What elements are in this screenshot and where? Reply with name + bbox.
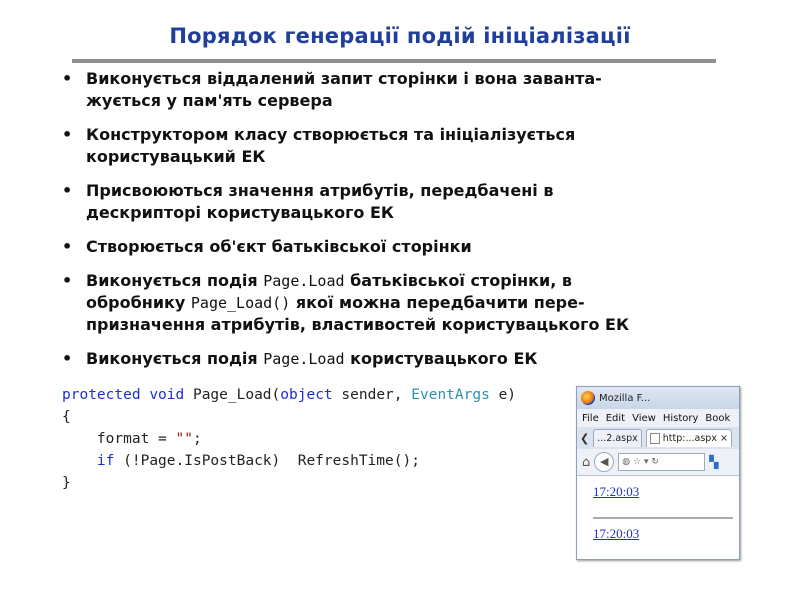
code-keyword: void <box>149 387 185 403</box>
navigation-bar: ⌂ ◀ ◍ ☆ ▾ ↻ ▚ <box>577 449 739 476</box>
bullet-item: Присвоюються значення атрибутів, передба… <box>58 180 748 224</box>
bullet-item: Конструктором класу створюється та ініці… <box>58 124 748 168</box>
title-underline <box>72 59 716 63</box>
bullet-text: призначення атрибутів, властивостей кори… <box>86 315 630 334</box>
page-content: 17:20:03 17:20:03 <box>577 476 739 559</box>
horizontal-rule <box>593 517 733 519</box>
browser-titlebar[interactable]: Mozilla F... <box>577 387 739 409</box>
firefox-logo-icon <box>581 391 595 405</box>
time-link[interactable]: 17:20:03 <box>593 526 639 542</box>
bullet-text: обробнику <box>86 293 191 312</box>
menu-bookmarks[interactable]: Book <box>705 413 730 424</box>
code-text: { <box>62 409 71 425</box>
back-arrow-icon: ◀ <box>600 455 609 468</box>
code-type: EventArgs <box>411 387 490 403</box>
code-text: sender, <box>341 387 403 403</box>
window-title: Mozilla F... <box>599 392 651 404</box>
inline-code: Page.Load <box>263 272 345 290</box>
page-icon <box>649 433 660 444</box>
bullet-text: Конструктором класу створюється та ініці… <box>86 125 576 144</box>
browser-window: Mozilla F... File Edit View History Book… <box>576 386 740 560</box>
tab-label: ...2.aspx <box>597 433 638 444</box>
menu-file[interactable]: File <box>582 413 599 424</box>
bullet-text: якої можна передбачити пере- <box>290 293 585 312</box>
code-text: } <box>62 475 71 491</box>
code-keyword: object <box>280 387 333 403</box>
bullet-list: Виконується віддалений запит сторінки і … <box>58 68 748 382</box>
tab-scroll-left-icon[interactable]: ❮ <box>580 432 589 445</box>
bullet-text: батьківської сторінки, в <box>344 271 573 290</box>
back-button[interactable]: ◀ <box>594 452 615 472</box>
code-keyword: if <box>96 453 115 469</box>
tab-page2[interactable]: http:...aspx × <box>645 429 732 447</box>
bullet-item: Виконується подія Page.Load батьківської… <box>58 270 748 336</box>
menu-edit[interactable]: Edit <box>606 413 625 424</box>
bullet-text: Виконується подія <box>86 349 264 368</box>
code-text: ; <box>192 431 202 447</box>
tab-label: http:...aspx <box>662 433 717 444</box>
menu-history[interactable]: History <box>663 413 699 424</box>
inline-code: Page_Load() <box>190 294 291 312</box>
bullet-text: жується у пам'ять сервера <box>86 91 333 110</box>
home-icon[interactable]: ⌂ <box>582 455 590 470</box>
code-snippet: protected void Page_Load(object sender, … <box>62 384 516 494</box>
bullet-text: Виконується подія <box>86 271 264 290</box>
code-text: e) <box>498 387 517 403</box>
bullet-text: Створюється об'єкт батьківської сторінки <box>86 237 472 256</box>
tab-strip: ❮ ...2.aspx http:...aspx × <box>577 427 739 449</box>
url-bar[interactable]: ◍ ☆ ▾ ↻ <box>618 453 706 471</box>
slide-title: Порядок генерації подій ініціалізації <box>169 24 631 48</box>
code-string: "" <box>175 431 193 447</box>
bullet-text: дескрипторі користувацького ЕК <box>86 203 394 222</box>
time-link[interactable]: 17:20:03 <box>593 484 639 500</box>
reload-icon[interactable]: ↻ <box>651 457 659 467</box>
menu-view[interactable]: View <box>632 413 656 424</box>
code-text: Page_Load( <box>192 387 281 403</box>
dropdown-icon[interactable]: ▾ <box>644 457 649 467</box>
bullet-item: Виконується подія Page.Load користувацьк… <box>58 348 748 370</box>
menu-bar: File Edit View History Book <box>577 409 739 427</box>
tab-page1[interactable]: ...2.aspx <box>593 429 642 447</box>
code-keyword: protected <box>62 387 141 403</box>
code-text: format = <box>96 431 176 447</box>
bullet-text: користувацького ЕК <box>344 349 538 368</box>
bullet-text: користувацький ЕК <box>86 147 266 166</box>
bullet-item: Створюється об'єкт батьківської сторінки <box>58 236 748 258</box>
inline-code: Page.Load <box>263 350 345 368</box>
tab-close-icon[interactable]: × <box>720 433 728 444</box>
bookmark-star-icon[interactable]: ☆ <box>633 457 641 467</box>
globe-icon: ◍ <box>622 457 631 467</box>
code-text: (!Page.IsPostBack) RefreshTime(); <box>123 453 420 469</box>
bullet-text: Виконується віддалений запит сторінки і … <box>86 69 602 88</box>
addon-icon[interactable]: ▚ <box>709 455 718 469</box>
bullet-item: Виконується віддалений запит сторінки і … <box>58 68 748 112</box>
bullet-text: Присвоюються значення атрибутів, передба… <box>86 181 554 200</box>
